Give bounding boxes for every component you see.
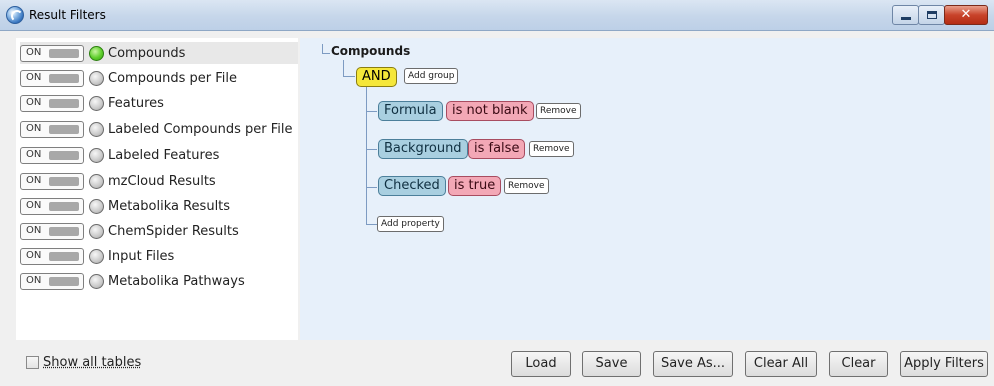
status-indicator-icon xyxy=(89,273,104,289)
add-group-button[interactable]: Add group xyxy=(404,68,459,84)
status-indicator-icon xyxy=(89,121,104,137)
toggle-knob xyxy=(49,73,79,83)
filter-item-label: Labeled Compounds per File xyxy=(108,121,293,137)
window-controls: ✕ xyxy=(892,5,988,25)
show-all-tables-text: Show all tables xyxy=(43,355,142,370)
toggle-knob xyxy=(49,98,79,108)
condition-chip-true[interactable]: is true xyxy=(448,176,502,196)
title-bar: Result Filters ✕ xyxy=(0,0,994,31)
toggle-label: ON xyxy=(26,224,42,236)
filter-item-labeled-compounds-per-file[interactable]: ON Labeled Compounds per File xyxy=(20,118,298,140)
toggle-knob xyxy=(49,124,79,134)
app-icon xyxy=(6,6,24,24)
tree-connector xyxy=(366,87,367,225)
show-all-tables-checkbox[interactable] xyxy=(26,356,39,369)
toggle-knob xyxy=(49,176,79,186)
clear-all-button[interactable]: Clear All xyxy=(745,351,817,377)
on-toggle[interactable]: ON xyxy=(20,272,84,290)
window-title: Result Filters xyxy=(29,8,106,22)
save-as-button[interactable]: Save As... xyxy=(653,351,733,377)
filter-item-label: Input Files xyxy=(108,248,175,264)
status-indicator-icon xyxy=(89,198,104,214)
save-button[interactable]: Save xyxy=(582,351,641,377)
filter-item-metabolika-results[interactable]: ON Metabolika Results xyxy=(20,195,298,217)
filter-item-label: Features xyxy=(108,95,164,111)
filter-item-chemspider-results[interactable]: ON ChemSpider Results xyxy=(20,220,298,242)
add-property-button[interactable]: Add property xyxy=(377,216,444,232)
tree-connector xyxy=(322,44,330,54)
on-toggle[interactable]: ON xyxy=(20,69,84,87)
minimize-icon xyxy=(901,17,911,20)
filter-item-label: Metabolika Results xyxy=(108,198,231,214)
load-button[interactable]: Load xyxy=(511,351,571,377)
filter-item-label: mzCloud Results xyxy=(108,173,216,189)
filter-root-label: Compounds xyxy=(331,44,411,58)
maximize-button[interactable] xyxy=(918,5,945,25)
on-toggle[interactable]: ON xyxy=(20,44,84,62)
maximize-icon xyxy=(927,11,937,19)
status-indicator-icon xyxy=(89,248,104,264)
minimize-button[interactable] xyxy=(892,5,919,25)
toggle-label: ON xyxy=(26,71,42,83)
toggle-label: ON xyxy=(26,174,42,186)
on-toggle[interactable]: ON xyxy=(20,222,84,240)
on-toggle[interactable]: ON xyxy=(20,247,84,265)
toggle-knob xyxy=(49,226,79,236)
toggle-label: ON xyxy=(26,274,42,286)
remove-condition-button[interactable]: Remove xyxy=(504,178,549,194)
property-chip-background[interactable]: Background xyxy=(378,139,468,159)
status-indicator-icon xyxy=(89,223,104,239)
on-toggle[interactable]: ON xyxy=(20,120,84,138)
filter-item-compounds-per-file[interactable]: ON Compounds per File xyxy=(20,67,298,89)
filter-item-label: Compounds xyxy=(108,45,186,61)
toggle-knob xyxy=(49,201,79,211)
toggle-label: ON xyxy=(26,148,42,160)
on-toggle[interactable]: ON xyxy=(20,94,84,112)
on-toggle[interactable]: ON xyxy=(20,197,84,215)
status-indicator-icon xyxy=(89,45,104,61)
filter-item-compounds[interactable]: ON Compounds xyxy=(20,42,298,64)
condition-chip-false[interactable]: is false xyxy=(468,139,526,159)
toggle-label: ON xyxy=(26,96,42,108)
filter-item-metabolika-pathways[interactable]: ON Metabolika Pathways xyxy=(20,270,298,292)
apply-filters-button[interactable]: Apply Filters xyxy=(900,351,988,377)
close-icon: ✕ xyxy=(960,7,972,22)
remove-condition-button[interactable]: Remove xyxy=(529,141,574,157)
filter-item-mzcloud-results[interactable]: ON mzCloud Results xyxy=(20,170,298,192)
property-chip-checked[interactable]: Checked xyxy=(378,176,446,196)
tree-connector xyxy=(366,149,377,150)
close-button[interactable]: ✕ xyxy=(944,5,988,25)
filter-item-input-files[interactable]: ON Input Files xyxy=(20,245,298,267)
operator-chip[interactable]: AND xyxy=(356,67,397,87)
toggle-knob xyxy=(49,251,79,261)
clear-button[interactable]: Clear xyxy=(829,351,888,377)
on-toggle[interactable]: ON xyxy=(20,172,84,190)
property-chip-formula[interactable]: Formula xyxy=(378,101,443,121)
status-indicator-icon xyxy=(89,70,104,86)
on-toggle[interactable]: ON xyxy=(20,146,84,164)
condition-chip-not-blank[interactable]: is not blank xyxy=(446,101,534,121)
tree-connector xyxy=(366,187,377,188)
toggle-knob xyxy=(49,48,79,58)
toggle-knob xyxy=(49,276,79,286)
status-indicator-icon xyxy=(89,147,104,163)
toggle-label: ON xyxy=(26,249,42,261)
tree-connector xyxy=(343,60,355,77)
filter-item-label: Compounds per File xyxy=(108,70,238,86)
filter-item-label: Metabolika Pathways xyxy=(108,273,245,289)
filter-item-labeled-features[interactable]: ON Labeled Features xyxy=(20,144,298,166)
tree-connector xyxy=(366,224,377,225)
tree-connector xyxy=(366,111,377,112)
toggle-label: ON xyxy=(26,46,42,58)
toggle-knob xyxy=(49,150,79,160)
filter-item-label: ChemSpider Results xyxy=(108,223,239,239)
show-all-tables-label[interactable]: Show all tables xyxy=(43,355,141,370)
status-indicator-icon xyxy=(89,173,104,189)
status-indicator-icon xyxy=(89,95,104,111)
filter-item-features[interactable]: ON Features xyxy=(20,92,298,114)
remove-condition-button[interactable]: Remove xyxy=(536,103,581,119)
filter-item-label: Labeled Features xyxy=(108,147,220,163)
toggle-label: ON xyxy=(26,122,42,134)
toggle-label: ON xyxy=(26,199,42,211)
